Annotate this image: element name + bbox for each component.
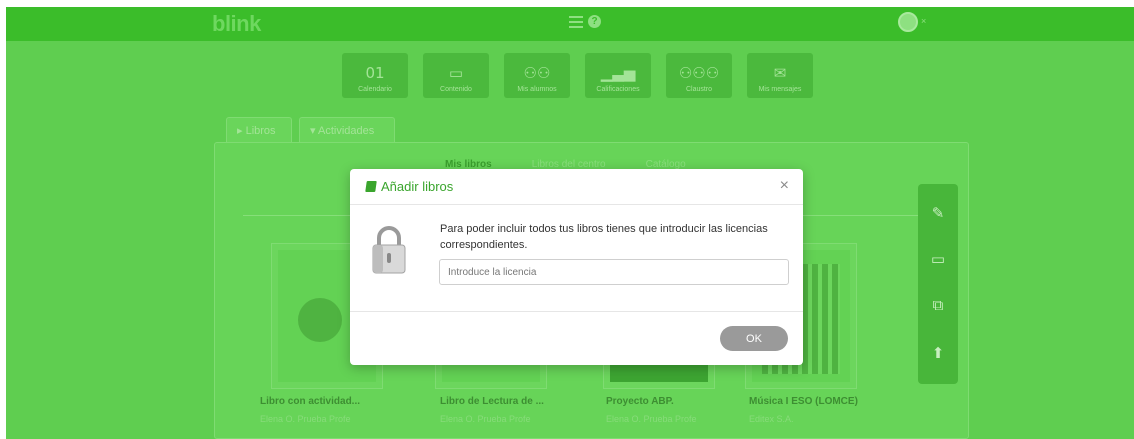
arrow-up-icon[interactable]: ⬆ xyxy=(918,344,958,362)
tile-label: Calendario xyxy=(358,86,392,93)
padlock-icon xyxy=(372,226,406,274)
tab-actividades-label: Actividades xyxy=(317,125,375,137)
tile-label: Mis alumnos xyxy=(517,86,557,93)
floating-toolbar: ✎ ▭ ⧉ ⬆ xyxy=(918,184,958,384)
tile-contenido[interactable]: ▭ Contenido xyxy=(423,53,489,98)
tile-mis-alumnos[interactable]: ⚇⚇ Mis alumnos xyxy=(504,53,570,98)
book-author: Elena O. Prueba Profe xyxy=(260,414,351,424)
tab-libros-label: Libros xyxy=(245,125,276,137)
avatar-dropdown-icon[interactable]: × xyxy=(921,16,926,26)
books-edit-icon[interactable]: ▭ xyxy=(918,250,958,268)
tile-label: Claustro xyxy=(685,86,713,93)
book-title[interactable]: Proyecto ABP. xyxy=(606,396,674,407)
hamburger-menu-icon[interactable] xyxy=(569,16,583,28)
envelope-icon: ✉ xyxy=(773,64,787,82)
pencil-icon[interactable]: ✎ xyxy=(918,204,958,222)
user-avatar[interactable] xyxy=(898,12,918,32)
book-author: Elena O. Prueba Profe xyxy=(606,414,697,424)
ok-button[interactable]: OK xyxy=(720,326,788,351)
top-bar: blink ? × xyxy=(6,7,1134,41)
book-icon xyxy=(365,181,377,192)
tile-calendario[interactable]: 01 Calendario xyxy=(342,53,408,98)
divider xyxy=(350,311,803,312)
blink-logo[interactable]: blink xyxy=(212,11,261,37)
book-title[interactable]: Libro de Lectura de ... xyxy=(440,396,544,407)
students-icon: ⚇⚇ xyxy=(523,64,551,82)
license-input[interactable] xyxy=(439,259,789,285)
book-author: Elena O. Prueba Profe xyxy=(440,414,531,424)
tile-label: Mis mensajes xyxy=(758,86,802,93)
bar-chart-icon: ▁▃▅ xyxy=(600,64,636,82)
tile-claustro[interactable]: ⚇⚇⚇ Claustro xyxy=(666,53,732,98)
modal-title: Añadir libros xyxy=(381,179,454,194)
tile-calificaciones[interactable]: ▁▃▅ Calificaciones xyxy=(585,53,651,98)
modal-message: Para poder incluir todos tus libros tien… xyxy=(440,223,768,251)
modal-header: Añadir libros × xyxy=(350,169,803,205)
add-books-modal: Añadir libros × Para poder incluir todos… xyxy=(350,169,803,365)
module-tiles: 01 Calendario ▭ Contenido ⚇⚇ Mis alumnos… xyxy=(342,53,813,98)
book-author: Editex S.A. xyxy=(749,414,794,424)
add-book-icon[interactable]: ⧉ xyxy=(918,296,958,314)
staff-icon: ⚇⚇⚇ xyxy=(678,64,720,82)
close-button[interactable]: × xyxy=(780,177,789,195)
book-title[interactable]: Música I ESO (LOMCE) xyxy=(749,396,858,407)
app-window: blink ? × 01 Calendario ▭ Contenido ⚇⚇ M… xyxy=(6,7,1134,439)
tile-label: Contenido xyxy=(440,86,472,93)
screen-icon: ▭ xyxy=(448,64,464,82)
help-icon[interactable]: ? xyxy=(588,15,601,28)
tile-label: Calificaciones xyxy=(596,86,640,93)
globe-icon xyxy=(298,298,342,342)
tab-actividades[interactable]: ▾ Actividades xyxy=(299,117,395,143)
calendar-icon: 01 xyxy=(365,64,385,82)
tab-libros[interactable]: ▸ Libros xyxy=(226,117,292,143)
tile-mis-mensajes[interactable]: ✉ Mis mensajes xyxy=(747,53,813,98)
book-title[interactable]: Libro con actividad... xyxy=(260,396,360,407)
